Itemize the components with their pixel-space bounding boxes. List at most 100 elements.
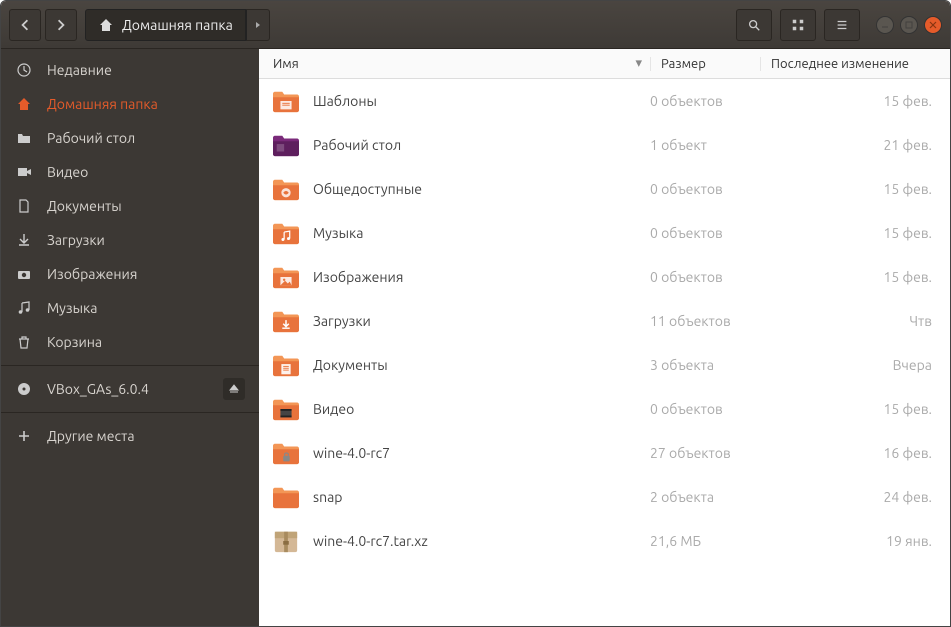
file-name: wine-4.0-rc7 xyxy=(313,445,650,461)
file-row[interactable]: snap2 объекта24 фев. xyxy=(259,475,950,519)
archive-icon xyxy=(259,528,313,554)
file-modified: 21 фев. xyxy=(760,137,950,153)
view-grid-button[interactable] xyxy=(780,9,816,41)
sidebar-item-label: Видео xyxy=(47,164,245,180)
sidebar-item-videos[interactable]: Видео xyxy=(1,155,259,189)
breadcrumb-expand[interactable] xyxy=(246,9,270,41)
sidebar-item-documents[interactable]: Документы xyxy=(1,189,259,223)
eject-icon xyxy=(229,384,239,394)
file-modified: 15 фев. xyxy=(760,225,950,241)
sidebar-item-recent[interactable]: Недавние xyxy=(1,53,259,87)
file-size: 21,6 МБ xyxy=(650,533,760,549)
video-icon xyxy=(15,163,33,181)
minimize-button[interactable] xyxy=(876,16,894,34)
file-row[interactable]: Шаблоны0 объектов15 фев. xyxy=(259,79,950,123)
column-header-name[interactable]: Имя ▾ xyxy=(259,56,650,71)
sidebar-separator xyxy=(1,412,259,413)
clock-icon xyxy=(15,61,33,79)
sidebar-item-label: Рабочий стол xyxy=(47,130,245,146)
forward-button[interactable] xyxy=(45,9,77,41)
sidebar-item-label: Другие места xyxy=(47,428,245,444)
file-size: 11 объектов xyxy=(650,313,760,329)
sidebar-item-pictures[interactable]: Изображения xyxy=(1,257,259,291)
column-header-modified[interactable]: Последнее изменение xyxy=(760,57,950,71)
file-row[interactable]: Загрузки11 объектовЧтв xyxy=(259,299,950,343)
file-list[interactable]: Шаблоны0 объектов15 фев.Рабочий стол1 об… xyxy=(259,79,950,626)
file-row[interactable]: Общедоступные0 объектов15 фев. xyxy=(259,167,950,211)
folder-documents-icon xyxy=(259,352,313,378)
file-manager-window: Домашняя папка Недавние xyxy=(0,0,951,627)
sidebar-item-label: Недавние xyxy=(47,62,245,78)
file-name: Шаблоны xyxy=(313,93,650,109)
camera-icon xyxy=(15,265,33,283)
column-header-size[interactable]: Размер xyxy=(650,57,760,71)
file-name: Изображения xyxy=(313,269,650,285)
sidebar: Недавние Домашняя папка Рабочий стол Вид… xyxy=(1,49,259,626)
hamburger-icon xyxy=(835,18,849,32)
music-icon xyxy=(15,299,33,317)
file-name: Общедоступные xyxy=(313,181,650,197)
sidebar-item-label: Домашняя папка xyxy=(47,96,245,112)
file-modified: Вчера xyxy=(760,357,950,373)
file-size: 0 объектов xyxy=(650,181,760,197)
sidebar-item-home[interactable]: Домашняя папка xyxy=(1,87,259,121)
file-name: Рабочий стол xyxy=(313,137,650,153)
file-modified: 15 фев. xyxy=(760,269,950,285)
file-modified: 15 фев. xyxy=(760,181,950,197)
file-row[interactable]: Видео0 объектов15 фев. xyxy=(259,387,950,431)
search-icon xyxy=(747,18,761,32)
file-size: 0 объектов xyxy=(650,225,760,241)
sort-indicator-icon: ▾ xyxy=(635,56,642,71)
sidebar-item-other[interactable]: Другие места xyxy=(1,419,259,453)
folder-videos-icon xyxy=(259,396,313,422)
folder-icon xyxy=(259,484,313,510)
trash-icon xyxy=(15,333,33,351)
menu-button[interactable] xyxy=(824,9,860,41)
sidebar-item-music[interactable]: Музыка xyxy=(1,291,259,325)
search-button[interactable] xyxy=(736,9,772,41)
file-modified: 15 фев. xyxy=(760,401,950,417)
document-icon xyxy=(15,197,33,215)
close-button[interactable] xyxy=(924,16,942,34)
breadcrumb-home[interactable]: Домашняя папка xyxy=(85,9,246,41)
file-row[interactable]: Музыка0 объектов15 фев. xyxy=(259,211,950,255)
file-row[interactable]: wine-4.0-rc727 объектов16 фев. xyxy=(259,431,950,475)
folder-locked-icon xyxy=(259,440,313,466)
sidebar-item-label: Документы xyxy=(47,198,245,214)
maximize-icon xyxy=(905,21,913,29)
file-row[interactable]: wine-4.0-rc7.tar.xz21,6 МБ19 янв. xyxy=(259,519,950,563)
file-name: Документы xyxy=(313,357,650,373)
sidebar-item-label: Загрузки xyxy=(47,232,245,248)
file-name: Загрузки xyxy=(313,313,650,329)
column-header-label: Последнее изменение xyxy=(771,57,909,71)
file-name: Музыка xyxy=(313,225,650,241)
breadcrumb: Домашняя папка xyxy=(85,9,270,41)
sidebar-item-trash[interactable]: Корзина xyxy=(1,325,259,359)
file-modified: 24 фев. xyxy=(760,489,950,505)
home-icon xyxy=(98,17,114,33)
folder-desktop-icon xyxy=(259,132,313,158)
maximize-button[interactable] xyxy=(900,16,918,34)
file-row[interactable]: Рабочий стол1 объект21 фев. xyxy=(259,123,950,167)
file-row[interactable]: Документы3 объектаВчера xyxy=(259,343,950,387)
file-modified: 15 фев. xyxy=(760,93,950,109)
file-size: 0 объектов xyxy=(650,269,760,285)
file-size: 0 объектов xyxy=(650,401,760,417)
column-headers: Имя ▾ Размер Последнее изменение xyxy=(259,49,950,79)
file-name: wine-4.0-rc7.tar.xz xyxy=(313,533,650,549)
sidebar-item-downloads[interactable]: Загрузки xyxy=(1,223,259,257)
sidebar-item-label: Изображения xyxy=(47,266,245,282)
plus-icon xyxy=(15,427,33,445)
sidebar-item-mount[interactable]: VBox_GAs_6.0.4 xyxy=(1,372,259,406)
file-modified: 19 янв. xyxy=(760,533,950,549)
window-controls xyxy=(876,16,942,34)
eject-button[interactable] xyxy=(223,378,245,400)
file-size: 0 объектов xyxy=(650,93,760,109)
sidebar-item-desktop[interactable]: Рабочий стол xyxy=(1,121,259,155)
file-name: Видео xyxy=(313,401,650,417)
file-row[interactable]: Изображения0 объектов15 фев. xyxy=(259,255,950,299)
back-button[interactable] xyxy=(9,9,41,41)
chevron-right-icon xyxy=(55,19,67,31)
folder-templates-icon xyxy=(259,88,313,114)
folder-public-icon xyxy=(259,176,313,202)
